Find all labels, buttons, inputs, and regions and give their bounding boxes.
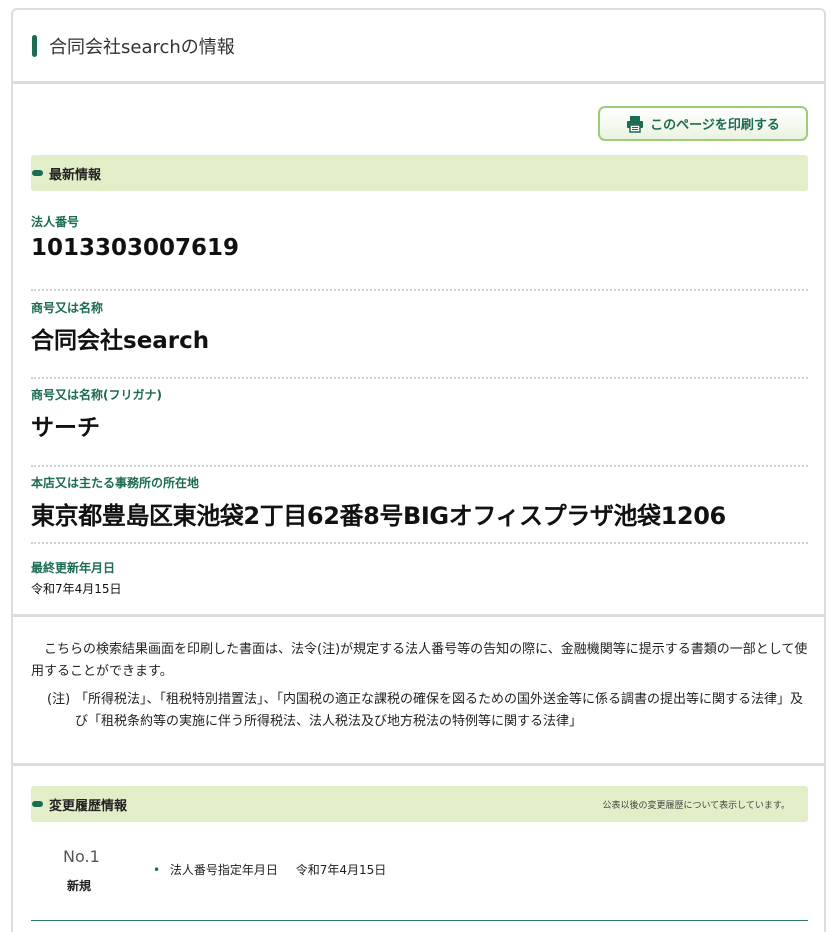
print-page-label: このページを印刷する (650, 118, 780, 133)
history-entry-kind: 新規 (67, 879, 92, 893)
address-value: 東京都豊島区東池袋2丁目62番8号BIGオフィスプラザ池袋1206 (31, 502, 726, 530)
title-accent-bar (32, 35, 37, 57)
section-bullet-icon (32, 170, 43, 176)
last-updated-field: 最終更新年月日 令和7年4月15日 (31, 559, 808, 609)
section-divider (13, 763, 824, 766)
legal-note: (注) 「所得税法」、「租税特別措置法」、「内国税の適正な課税の確保を図るための… (31, 689, 811, 733)
history-note: 公表以後の変更履歴について表示しています。 (602, 801, 790, 811)
history-heading: 変更履歴情報 (49, 799, 128, 814)
history-entry: No.1 新規 • 法人番号指定年月日 令和7年4月15日 (31, 831, 808, 921)
furigana-field: 商号又は名称(フリガナ) サーチ (31, 386, 808, 467)
section-divider (13, 614, 824, 617)
section-bullet-icon (32, 801, 43, 807)
history-entry-number: No.1 (63, 847, 100, 866)
bullet-icon: • (153, 863, 161, 877)
furigana-value: サーチ (31, 415, 100, 441)
last-updated-label: 最終更新年月日 (31, 561, 116, 575)
address-label: 本店又は主たる事務所の所在地 (31, 476, 200, 490)
corporate-number-label: 法人番号 (31, 215, 80, 229)
page-title: 合同会社searchの情報 (49, 37, 235, 58)
printer-icon (626, 115, 644, 133)
title-bar: 合同会社searchの情報 (13, 10, 824, 84)
print-page-button[interactable]: このページを印刷する (598, 106, 808, 141)
history-entry-detail: • 法人番号指定年月日 令和7年4月15日 (153, 861, 386, 878)
corporate-number-value: 1013303007619 (31, 235, 240, 261)
trade-name-label: 商号又は名称 (31, 301, 104, 315)
corporate-info-card: 合同会社searchの情報 このページを印刷する 最新情報 法人番号 10133… (11, 8, 826, 932)
furigana-label: 商号又は名称(フリガナ) (31, 388, 162, 402)
history-entry-label: 法人番号指定年月日 (169, 863, 278, 877)
last-updated-value: 令和7年4月15日 (31, 582, 122, 596)
latest-info-header: 最新情報 (31, 155, 808, 191)
trade-name-field: 商号又は名称 合同会社search (31, 299, 808, 379)
history-header: 変更履歴情報 公表以後の変更履歴について表示しています。 (31, 786, 808, 822)
latest-info-heading: 最新情報 (49, 168, 102, 183)
print-notice-text: こちらの検索結果画面を印刷した書面は、法令(注)が規定する法人番号等の告知の際に… (31, 642, 808, 679)
print-notice: こちらの検索結果画面を印刷した書面は、法令(注)が規定する法人番号等の告知の際に… (31, 639, 811, 733)
address-field: 本店又は主たる事務所の所在地 東京都豊島区東池袋2丁目62番8号BIGオフィスプ… (31, 474, 808, 544)
corporate-number-field: 法人番号 1013303007619 (31, 213, 808, 291)
legal-note-text: 「所得税法」、「租税特別措置法」、「内国税の適正な課税の確保を図るための国外送金… (75, 692, 804, 729)
legal-note-mark: (注) (47, 692, 71, 707)
trade-name-value: 合同会社search (31, 328, 210, 354)
history-entry-date: 令和7年4月15日 (295, 863, 387, 877)
